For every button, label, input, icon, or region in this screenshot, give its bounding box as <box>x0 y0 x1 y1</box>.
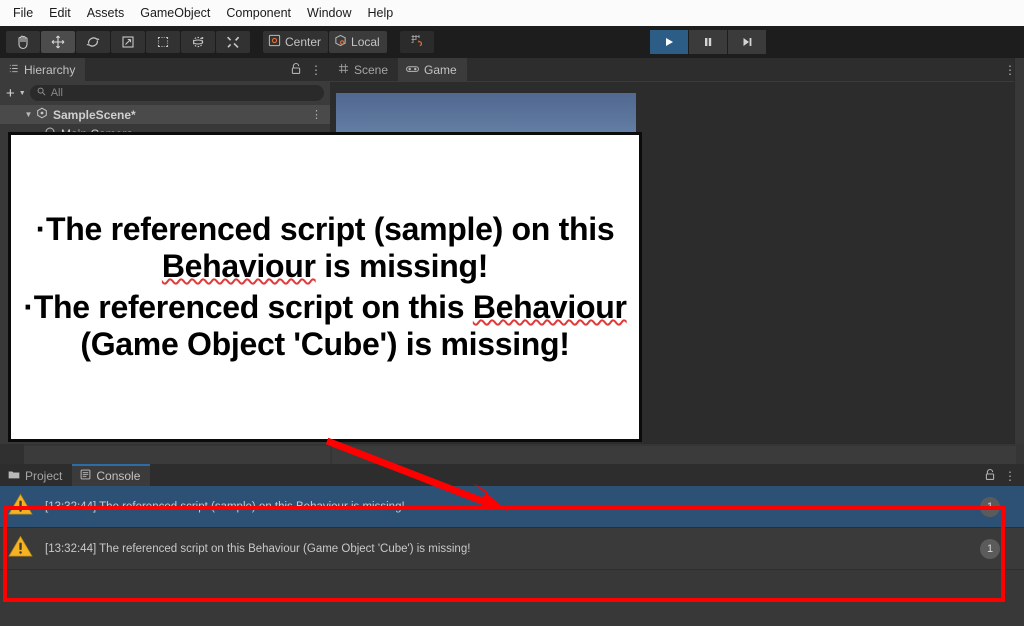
menu-item-edit[interactable]: Edit <box>41 4 79 22</box>
console-panel: Project Console ⋮ Clear ▼ Collapse <box>0 464 1024 626</box>
console-log-row[interactable]: [13:32:44] The referenced script on this… <box>0 528 1024 570</box>
callout-line2-behaviour: Behaviour <box>472 289 627 325</box>
cube-local-icon <box>334 34 347 50</box>
panel-divider-strip <box>0 444 1024 464</box>
main-toolbar: Center Local <box>0 26 1024 58</box>
tab-scene-label: Scene <box>354 62 389 77</box>
move-tool-button[interactable] <box>41 31 75 53</box>
hand-tool-button[interactable] <box>6 31 40 53</box>
pivot-label: Center <box>285 35 322 49</box>
add-dropdown-caret-icon[interactable]: ▼ <box>19 90 26 97</box>
space-label: Local <box>351 35 380 49</box>
add-gameobject-button[interactable]: + <box>6 86 15 101</box>
tab-project[interactable]: Project <box>0 464 73 487</box>
console-log-list[interactable]: [13:32:44] The referenced script (sample… <box>0 486 1024 626</box>
hierarchy-tabbar: Hierarchy ⋮ <box>0 58 330 81</box>
hierarchy-row-label: SampleScene* <box>53 107 136 122</box>
hierarchy-toolbar: + ▼ All <box>0 81 330 105</box>
hierarchy-row-samplescene[interactable]: ▼ SampleScene* ⋮ <box>0 105 330 124</box>
callout-line1-behaviour: Behaviour <box>161 247 316 284</box>
game-tabbar: Scene Game ⋮ <box>330 58 1024 81</box>
console-log-message: [13:32:44] The referenced script on this… <box>45 542 471 555</box>
hierarchy-search-placeholder: All <box>50 87 63 99</box>
kebab-menu-icon[interactable]: ⋮ <box>310 63 322 77</box>
space-toggle-button[interactable]: Local <box>329 31 387 53</box>
hierarchy-tab-actions: ⋮ <box>290 58 330 81</box>
callout-line-2: ·The referenced script on this Behaviour… <box>17 289 633 363</box>
rotate-tool-button[interactable] <box>76 31 110 53</box>
tab-console[interactable]: Console <box>72 464 151 487</box>
console-log-row[interactable]: [13:32:44] The referenced script (sample… <box>0 486 1024 528</box>
pivot-center-icon <box>268 34 281 50</box>
lock-icon[interactable] <box>290 62 302 78</box>
menu-item-file[interactable]: File <box>5 4 41 22</box>
grid-snap-icon <box>409 32 425 53</box>
tab-console-label: Console <box>96 468 141 483</box>
step-button[interactable] <box>728 30 766 54</box>
warning-icon <box>8 493 33 521</box>
inspector-strip <box>1014 58 1024 444</box>
tab-hierarchy-label: Hierarchy <box>24 62 76 77</box>
menu-item-assets[interactable]: Assets <box>79 4 133 22</box>
console-log-message: [13:32:44] The referenced script (sample… <box>45 500 405 513</box>
menu-item-help[interactable]: Help <box>359 4 401 22</box>
folder-icon <box>8 469 20 483</box>
menu-item-component[interactable]: Component <box>218 4 299 22</box>
hierarchy-icon <box>8 63 19 77</box>
console-log-count-badge: 1 <box>980 497 1000 517</box>
scene-grid-icon <box>338 63 349 77</box>
annotation-callout-box: ·The referenced script (sample) on this … <box>8 132 642 442</box>
tab-game[interactable]: Game <box>398 58 467 81</box>
divider-right-block <box>332 446 1016 464</box>
grid-snapping-button[interactable] <box>399 31 434 53</box>
tab-game-label: Game <box>424 62 457 77</box>
expand-triangle-icon[interactable]: ▼ <box>22 110 35 119</box>
console-tab-actions: ⋮ <box>984 464 1024 487</box>
unity-editor-window: File Edit Assets GameObject Component Wi… <box>0 0 1024 626</box>
divider-left-block <box>0 444 24 464</box>
tab-hierarchy[interactable]: Hierarchy <box>0 58 86 81</box>
callout-line1-pre: ·The referenced script (sample) on this <box>35 210 615 247</box>
rect-tool-button[interactable] <box>146 31 180 53</box>
console-icon <box>80 469 91 483</box>
pause-button[interactable] <box>689 30 727 54</box>
console-tabbar: Project Console ⋮ <box>0 464 1024 487</box>
warning-icon <box>8 535 33 563</box>
play-button[interactable] <box>650 30 688 54</box>
callout-line1-post: is missing! <box>315 247 489 284</box>
tab-scene[interactable]: Scene <box>330 58 399 81</box>
hierarchy-search-input[interactable]: All <box>29 85 324 101</box>
console-log-count-badge: 1 <box>980 539 1000 559</box>
menu-item-gameobject[interactable]: GameObject <box>132 4 218 22</box>
gamepad-icon <box>406 63 419 77</box>
menu-item-window[interactable]: Window <box>299 4 359 22</box>
callout-line2-post: (Game Object 'Cube') is missing! <box>80 326 570 363</box>
transform-tool-button[interactable] <box>181 31 215 53</box>
pivot-toggle-button[interactable]: Center <box>263 31 329 53</box>
playback-controls <box>650 30 767 54</box>
callout-line-1: ·The referenced script (sample) on this … <box>17 211 633 285</box>
lock-icon[interactable] <box>984 468 996 484</box>
kebab-menu-icon[interactable]: ⋮ <box>1004 469 1016 483</box>
menu-bar: File Edit Assets GameObject Component Wi… <box>0 0 1024 26</box>
search-icon <box>37 87 46 99</box>
tab-project-label: Project <box>25 468 63 483</box>
scene-kebab-icon[interactable]: ⋮ <box>311 108 322 121</box>
scale-tool-button[interactable] <box>111 31 145 53</box>
transform-tools-group <box>0 31 251 53</box>
divider-mid-block <box>24 446 330 464</box>
callout-line2-pre: ·The referenced script on this <box>23 289 473 325</box>
pivot-space-group: Center Local <box>263 31 388 53</box>
custom-tool-button[interactable] <box>216 31 250 53</box>
scene-icon <box>36 107 48 122</box>
